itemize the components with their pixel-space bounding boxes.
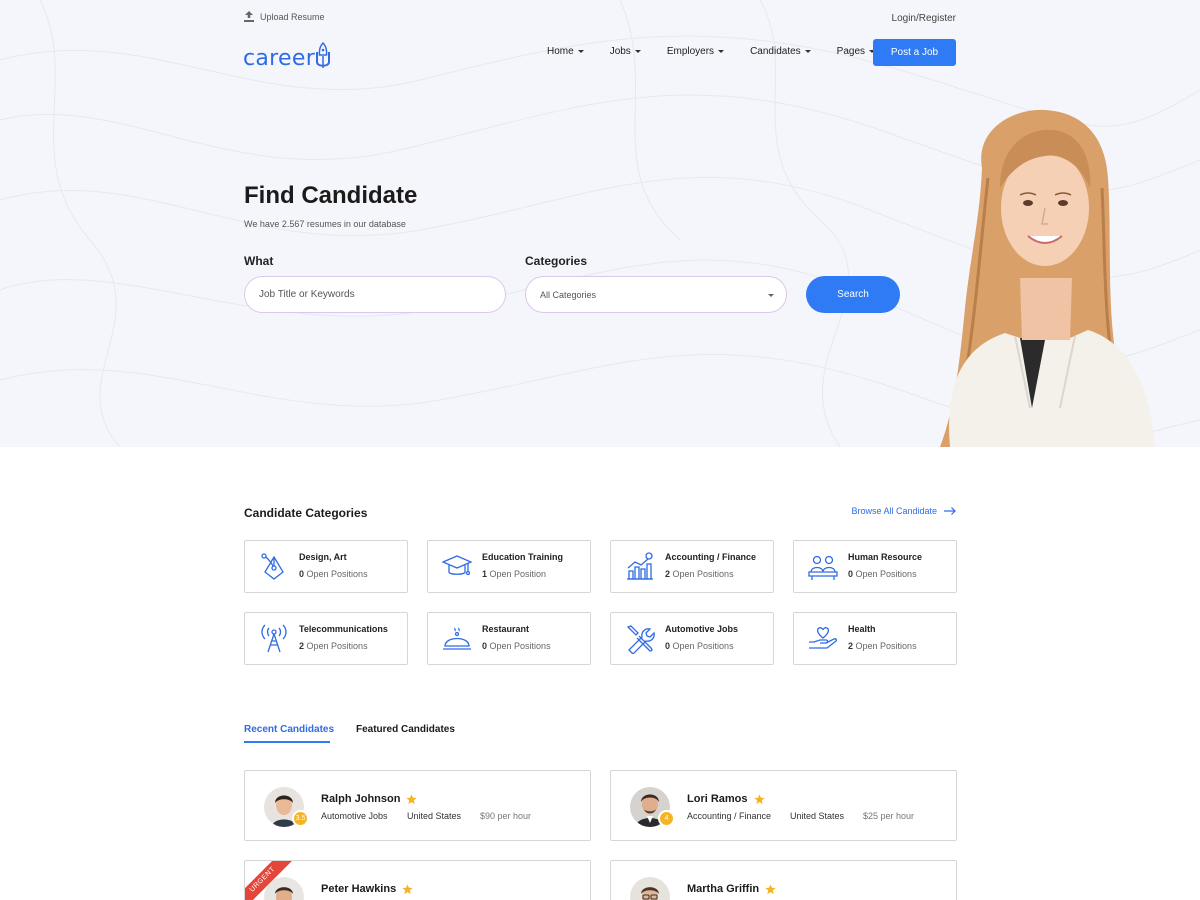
graduation-cap-icon	[442, 555, 472, 576]
nav-home-label: Home	[547, 46, 574, 57]
post-job-button[interactable]: Post a Job	[873, 39, 956, 66]
category-card-restaurant[interactable]: Restaurant 0 Open Positions	[427, 612, 591, 665]
upload-icon	[244, 11, 254, 22]
candidate-location: United States	[407, 811, 462, 821]
star-icon[interactable]	[753, 793, 765, 805]
category-name: Accounting / Finance	[665, 552, 757, 562]
chevron-down-icon	[768, 294, 774, 297]
star-icon[interactable]	[402, 883, 413, 895]
caret-down-icon	[804, 50, 811, 53]
browse-all-link[interactable]: Browse All Candidate	[851, 506, 956, 516]
categories-select[interactable]: All Categories	[525, 276, 787, 313]
upload-resume-label: Upload Resume	[260, 11, 325, 22]
candidate-card[interactable]: 3.5 Ralph Johnson Automotive Jobs United…	[244, 770, 591, 841]
heart-hand-icon	[809, 627, 838, 649]
candidate-name[interactable]: Martha Griffin	[687, 883, 776, 895]
category-count: 0 Open Positions	[482, 641, 551, 651]
tab-featured-candidates[interactable]: Featured Candidates	[356, 724, 455, 735]
categories-label: Categories	[525, 254, 588, 268]
categories-section-title: Candidate Categories	[244, 506, 368, 520]
category-name: Telecommunications	[299, 624, 388, 634]
category-card-automotive[interactable]: Automotive Jobs 0 Open Positions	[610, 612, 774, 665]
nav-employers-label: Employers	[666, 46, 715, 57]
keyword-field[interactable]	[244, 276, 506, 313]
candidate-card[interactable]: 4 Lori Ramos Accounting / Finance United…	[610, 770, 957, 841]
category-count: 0 Open Positions	[848, 569, 917, 579]
category-name: Human Resource	[848, 552, 923, 562]
rocket-icon	[316, 42, 331, 68]
arrow-right-icon	[944, 507, 956, 515]
category-name: Restaurant	[482, 624, 530, 634]
search-button[interactable]: Search	[806, 276, 900, 313]
candidate-rate: $90 per hour	[480, 811, 532, 821]
wrench-screwdriver-icon	[626, 625, 655, 654]
antenna-tower-icon	[261, 624, 287, 653]
login-register-link[interactable]: Login/Register	[892, 13, 956, 24]
category-name: Design, Art	[299, 552, 347, 562]
candidate-card[interactable]: URGENT Peter Hawkins	[244, 860, 591, 900]
candidate-name[interactable]: Ralph Johnson	[321, 793, 418, 805]
category-card-health[interactable]: Health 2 Open Positions	[793, 612, 957, 665]
category-count: 2 Open Positions	[848, 641, 917, 651]
nav-pages[interactable]: Pages	[836, 46, 876, 57]
page-subtitle: We have 2.567 resumes in our database	[244, 219, 406, 229]
star-icon[interactable]	[765, 883, 776, 895]
logo-text: career	[243, 46, 316, 71]
page-title: Find Candidate	[244, 182, 418, 209]
caret-down-icon	[718, 50, 725, 53]
tab-recent-candidates[interactable]: Recent Candidates	[244, 724, 334, 735]
category-card-design[interactable]: Design, Art 0 Open Positions	[244, 540, 408, 593]
category-count: 1 Open Position	[482, 569, 547, 579]
avatar	[630, 877, 670, 900]
category-name: Automotive Jobs	[665, 624, 739, 634]
food-cloche-icon	[443, 627, 471, 650]
rating-badge: 3.5	[292, 810, 309, 827]
people-desk-icon	[808, 555, 838, 580]
category-name: Health	[848, 624, 876, 634]
categories-select-value: All Categories	[540, 289, 597, 300]
category-card-human-resource[interactable]: Human Resource 0 Open Positions	[793, 540, 957, 593]
nav-candidates[interactable]: Candidates	[750, 46, 811, 57]
candidate-category: Automotive Jobs	[321, 811, 388, 821]
hero-section: Upload Resume Login/Register career Home…	[0, 0, 1200, 447]
star-icon[interactable]	[406, 793, 418, 805]
category-card-telecom[interactable]: Telecommunications 2 Open Positions	[244, 612, 408, 665]
category-count: 2 Open Positions	[299, 641, 368, 651]
keyword-input[interactable]	[259, 289, 505, 300]
upload-resume-link[interactable]: Upload Resume	[244, 11, 325, 22]
candidate-rate: $25 per hour	[863, 811, 915, 821]
caret-down-icon	[634, 50, 641, 53]
active-tab-indicator	[244, 741, 330, 743]
nav-jobs-label: Jobs	[609, 46, 631, 57]
candidate-name[interactable]: Peter Hawkins	[321, 883, 413, 895]
nav-home[interactable]: Home	[547, 46, 584, 57]
candidate-name[interactable]: Lori Ramos	[687, 793, 765, 805]
pen-tool-icon	[261, 553, 284, 580]
what-label: What	[244, 254, 274, 268]
candidate-location: United States	[790, 811, 845, 821]
caret-down-icon	[577, 50, 584, 53]
category-count: 0 Open Positions	[299, 569, 368, 579]
category-card-education[interactable]: Education Training 1 Open Position	[427, 540, 591, 593]
category-name: Education Training	[482, 552, 564, 562]
logo[interactable]: career	[243, 36, 332, 70]
category-count: 2 Open Positions	[665, 569, 734, 579]
hero-person-image	[940, 109, 1155, 447]
nav-candidates-label: Candidates	[750, 46, 801, 57]
rating-badge: 4	[658, 810, 675, 827]
candidate-category: Accounting / Finance	[687, 811, 772, 821]
category-count: 0 Open Positions	[665, 641, 734, 651]
bar-chart-coin-icon	[627, 552, 653, 580]
nav-pages-label: Pages	[836, 46, 866, 57]
nav-jobs[interactable]: Jobs	[610, 46, 641, 57]
candidate-card[interactable]: Martha Griffin	[610, 860, 957, 900]
category-card-accounting[interactable]: Accounting / Finance 2 Open Positions	[610, 540, 774, 593]
browse-all-label: Browse All Candidate	[851, 506, 937, 516]
nav-employers[interactable]: Employers	[666, 46, 725, 57]
main-nav: Home Jobs Employers Candidates Pages	[547, 46, 901, 57]
